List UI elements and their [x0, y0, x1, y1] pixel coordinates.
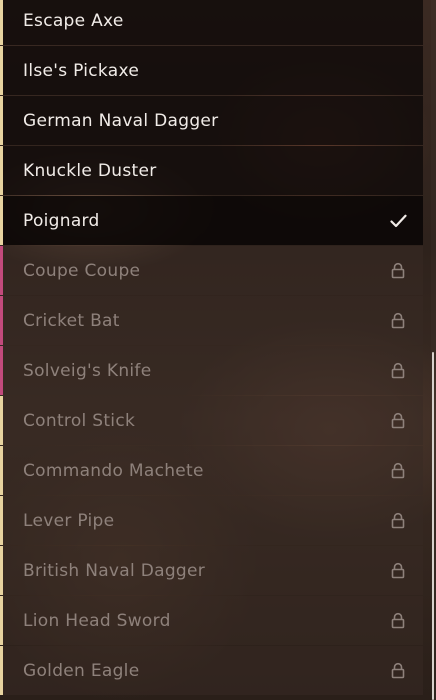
rarity-accent-bar [0, 96, 3, 145]
lock-icon [389, 562, 407, 580]
item-label: Golden Eagle [23, 660, 140, 681]
rarity-accent-bar [0, 246, 3, 295]
rarity-accent-bar [0, 346, 3, 395]
list-item[interactable]: Control Stick [0, 396, 423, 445]
rarity-accent-bar [0, 446, 3, 495]
rarity-accent-bar [0, 646, 3, 695]
lock-icon [389, 662, 407, 680]
scrollbar-track[interactable] [431, 0, 436, 700]
list-item[interactable]: Escape Axe [0, 0, 423, 45]
item-label: Control Stick [23, 410, 136, 431]
item-label: Poignard [23, 210, 100, 231]
item-label: Coupe Coupe [23, 260, 141, 281]
checkmark-icon [389, 212, 407, 230]
item-label: Knuckle Duster [23, 160, 157, 181]
rarity-accent-bar [0, 0, 3, 45]
weapon-list: Escape Axe Ilse's Pickaxe German Naval D… [0, 0, 423, 696]
rarity-accent-bar [0, 546, 3, 595]
rarity-accent-bar [0, 596, 3, 645]
list-item[interactable]: Ilse's Pickaxe [0, 46, 423, 95]
rarity-accent-bar [0, 496, 3, 545]
lock-icon [389, 312, 407, 330]
rarity-accent-bar [0, 296, 3, 345]
rarity-accent-bar [0, 196, 3, 245]
lock-icon [389, 512, 407, 530]
list-item[interactable]: Golden Eagle [0, 646, 423, 695]
item-label: Solveig's Knife [23, 360, 152, 381]
list-item[interactable]: Lion Head Sword [0, 596, 423, 645]
item-label: German Naval Dagger [23, 110, 219, 131]
rarity-accent-bar [0, 46, 3, 95]
item-label: Ilse's Pickaxe [23, 60, 140, 81]
item-label: British Naval Dagger [23, 560, 206, 581]
item-label: Commando Machete [23, 460, 204, 481]
rarity-accent-bar [0, 396, 3, 445]
list-item[interactable]: Lever Pipe [0, 496, 423, 545]
lock-icon [389, 612, 407, 630]
item-label: Lever Pipe [23, 510, 115, 531]
list-item[interactable]: Coupe Coupe [0, 246, 423, 295]
scrollbar-thumb[interactable] [432, 352, 434, 700]
list-item[interactable]: German Naval Dagger [0, 96, 423, 145]
item-label: Escape Axe [23, 10, 124, 31]
rarity-accent-bar [0, 146, 3, 195]
list-item[interactable]: Commando Machete [0, 446, 423, 495]
lock-icon [389, 262, 407, 280]
lock-icon [389, 462, 407, 480]
item-label: Lion Head Sword [23, 610, 171, 631]
lock-icon [389, 412, 407, 430]
item-label: Cricket Bat [23, 310, 120, 331]
list-item-selected[interactable]: Poignard [0, 196, 423, 245]
list-item[interactable]: British Naval Dagger [0, 546, 423, 595]
list-item[interactable]: Solveig's Knife [0, 346, 423, 395]
lock-icon [389, 362, 407, 380]
list-item[interactable]: Cricket Bat [0, 296, 423, 345]
list-item[interactable]: Knuckle Duster [0, 146, 423, 195]
